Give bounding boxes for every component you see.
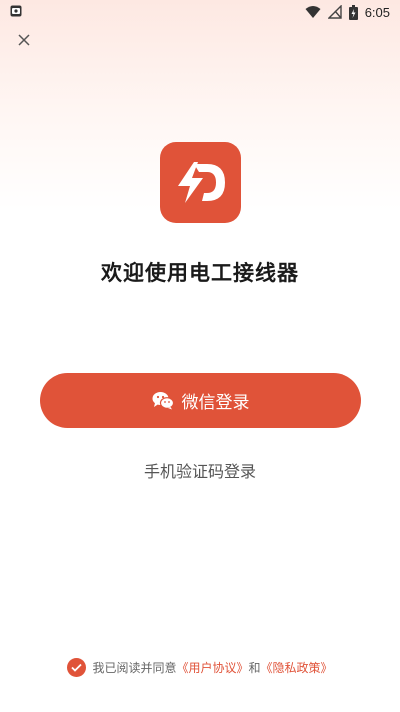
photo-notification-icon (10, 5, 22, 17)
wechat-login-label: 微信登录 (181, 393, 250, 413)
user-agreement-link[interactable]: 《用户协议》 (176, 659, 248, 676)
agreement-conjunction: 和 (248, 660, 261, 675)
app-title: 欢迎使用电工接线器 (101, 261, 299, 285)
status-time: 6:05 (364, 4, 390, 20)
agreement-checkbox[interactable] (67, 657, 87, 677)
wifi-icon (305, 6, 321, 18)
close-icon (18, 34, 30, 46)
lightning-d-logo-icon (178, 162, 225, 203)
status-bar: 6:05 (0, 0, 400, 24)
agreement-row: 我已阅读并同意 《用户协议》 和 《隐私政策》 (0, 656, 400, 678)
check-icon (71, 663, 83, 672)
login-screen: 6:05 欢迎使用电工接线器 微信登录 手机验证码登录 我已阅读并同意 《用户协… (0, 0, 400, 712)
agreement-prefix: 我已阅读并同意 (92, 660, 177, 675)
wechat-icon (152, 392, 174, 410)
phone-code-login-link[interactable]: 手机验证码登录 (0, 458, 400, 482)
close-button[interactable] (14, 30, 34, 50)
no-signal-icon (327, 5, 342, 19)
app-logo (160, 142, 241, 223)
status-icons: 6:05 (305, 3, 390, 21)
privacy-policy-link[interactable]: 《隐私政策》 (261, 659, 333, 676)
battery-charging-icon (348, 4, 358, 20)
wechat-login-button[interactable]: 微信登录 (40, 373, 361, 428)
